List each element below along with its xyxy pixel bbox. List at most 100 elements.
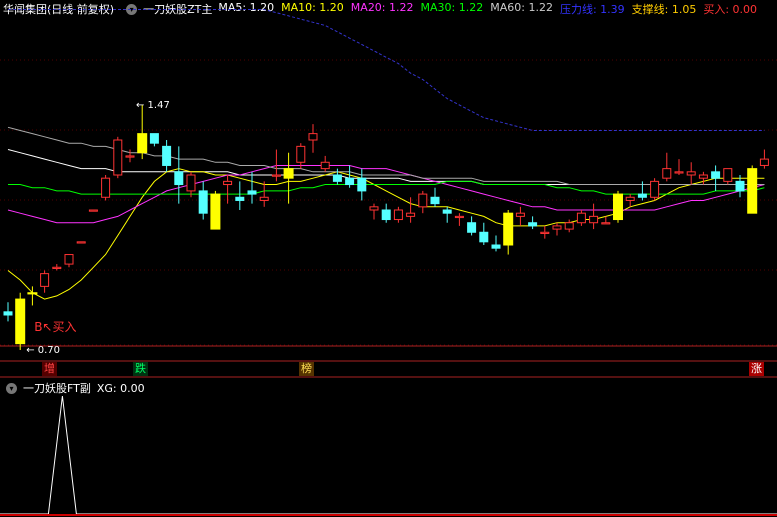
candle-body (137, 133, 148, 154)
candle (223, 175, 233, 204)
candle-body (406, 212, 416, 217)
candle-body (296, 145, 306, 163)
price-annotations: ← 1.47 ← 0.70 B↖买入 (26, 100, 170, 356)
candlestick-chart[interactable]: ← 1.47 ← 0.70 B↖买入 (0, 0, 777, 517)
candle (540, 225, 550, 239)
candle-body (442, 209, 452, 214)
candle-body (76, 241, 86, 244)
candle-body (149, 133, 159, 144)
high-price-label: ← 1.47 (136, 100, 170, 111)
candle (162, 140, 172, 172)
candle-body (747, 168, 758, 214)
low-price-label: ← 0.70 (26, 345, 60, 356)
candle (686, 162, 696, 185)
candle (210, 190, 221, 230)
candle (576, 210, 586, 226)
candle-body (308, 133, 318, 141)
candle-body (723, 168, 733, 182)
candle-body (247, 190, 257, 195)
candle (186, 171, 196, 198)
candle-body (27, 292, 38, 295)
candle (113, 136, 123, 179)
candle-body (674, 171, 684, 174)
candle (491, 235, 501, 252)
candle-body (576, 212, 586, 224)
sub-indicator-value: XG: 0.00 (96, 381, 145, 395)
candle-body (479, 231, 489, 243)
candle (320, 155, 330, 172)
candle-body (601, 222, 611, 225)
sub-indicator-menu-icon[interactable]: ▾ (6, 382, 17, 394)
candle-body (198, 190, 208, 214)
candle-body (613, 193, 623, 221)
candle-body (418, 193, 428, 208)
candle (283, 152, 294, 204)
candle (662, 152, 672, 182)
candle-body (320, 161, 330, 170)
candle (759, 149, 769, 169)
candle-body (125, 155, 135, 158)
candle-body (332, 174, 342, 182)
candle-body (113, 139, 123, 176)
candle-body (235, 196, 245, 201)
candle (503, 210, 514, 255)
signal-tag-3: 涨 (749, 362, 764, 376)
candle (40, 270, 50, 293)
candle (430, 187, 440, 207)
candle (259, 181, 269, 207)
signal-tag-0: 增 (42, 362, 57, 376)
candle (479, 222, 489, 245)
candle-body (650, 180, 660, 198)
candle-body (3, 311, 13, 316)
candle (357, 168, 367, 201)
candle-body (393, 209, 403, 221)
candle (674, 159, 684, 175)
candle-body (259, 196, 269, 201)
candle (393, 206, 403, 223)
candle-body (15, 298, 26, 345)
sub-indicator-chart (0, 395, 777, 516)
candle (308, 124, 318, 153)
candle (198, 181, 208, 220)
candle (369, 203, 379, 220)
candle (613, 190, 623, 223)
candle-body (637, 193, 647, 198)
candles (3, 105, 769, 350)
candle (650, 178, 660, 201)
candle-body (662, 168, 672, 179)
candle (3, 302, 13, 322)
candle (723, 168, 733, 185)
candle (711, 165, 721, 191)
sub-indicator-name[interactable]: 一刀妖股FT副 (23, 380, 91, 396)
candle (589, 203, 599, 230)
candle-body (528, 222, 538, 227)
candle-body (540, 231, 550, 234)
candle-body (223, 180, 233, 186)
candle-body (759, 158, 769, 166)
candle (467, 216, 477, 236)
candle-body (174, 171, 184, 186)
candle-body (40, 273, 50, 287)
candle-body (564, 222, 574, 230)
candle-body (491, 244, 501, 249)
candle (418, 190, 428, 214)
candle (76, 241, 86, 244)
candle (52, 264, 62, 271)
candle (454, 213, 464, 226)
candle-body (625, 196, 635, 201)
candle (15, 292, 26, 350)
candle (332, 168, 342, 185)
candle-body (698, 174, 708, 179)
candle-body (271, 174, 281, 177)
sub-chart-header: ▾ 一刀妖股FT副 XG: 0.00 (0, 380, 151, 396)
candle-body (369, 206, 379, 211)
candle-body (88, 209, 98, 212)
candle (442, 206, 452, 223)
candle (64, 254, 74, 268)
candle-body (357, 177, 367, 192)
candle (345, 165, 355, 188)
candle-body (283, 168, 294, 179)
candle-body (686, 171, 696, 176)
ma-line-压力线 (8, 9, 765, 131)
candle (137, 105, 148, 160)
